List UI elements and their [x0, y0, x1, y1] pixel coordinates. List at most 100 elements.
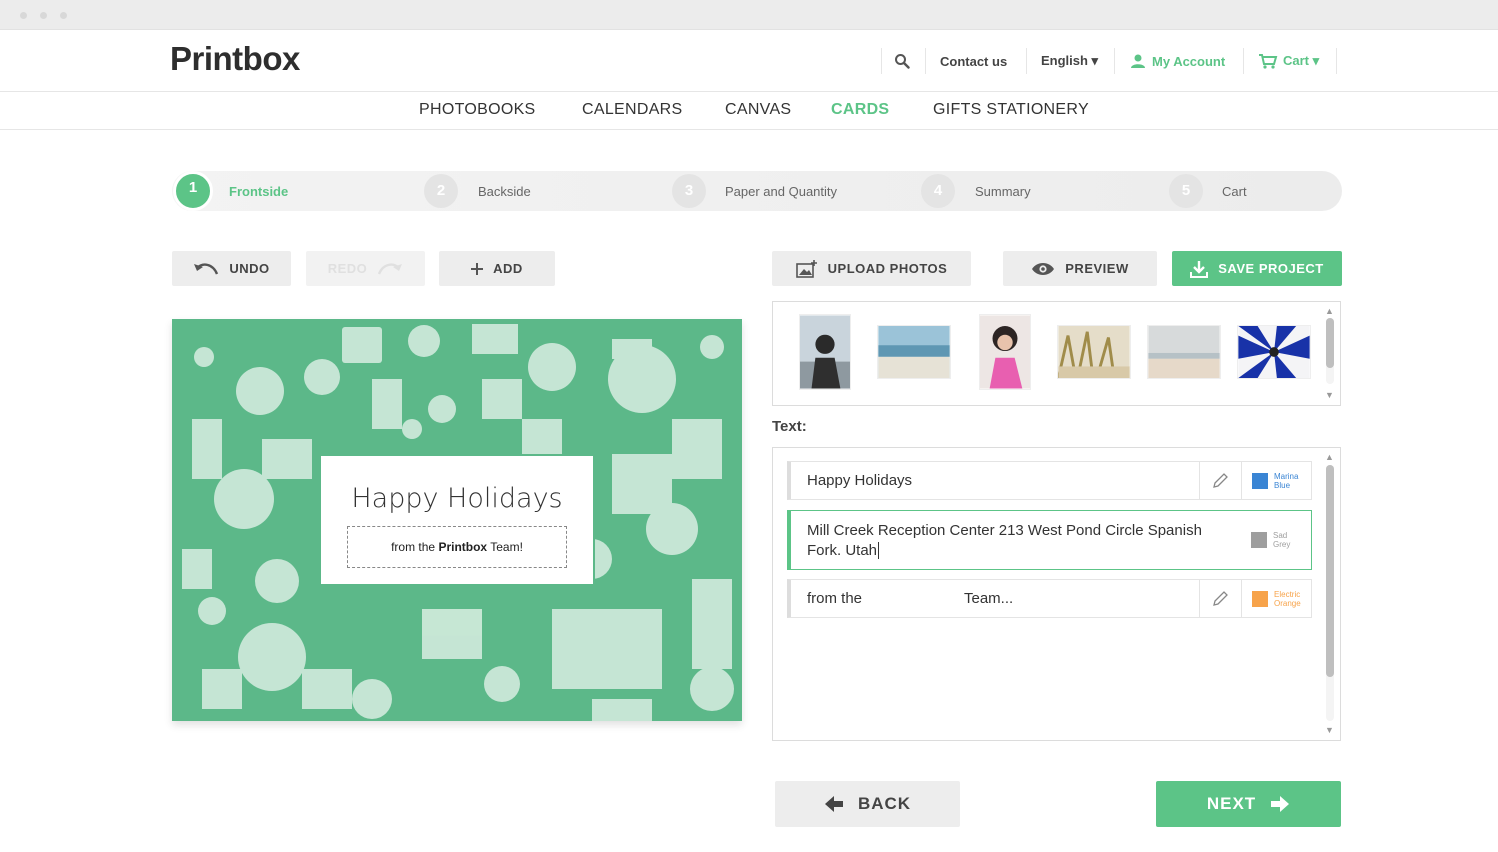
- color-name: Marina Blue: [1274, 472, 1299, 490]
- back-button[interactable]: BACK: [775, 781, 960, 827]
- save-label: SAVE PROJECT: [1218, 261, 1324, 276]
- pencil-icon: [1212, 472, 1228, 488]
- gallery-scroll-down-icon[interactable]: ▼: [1325, 390, 1334, 400]
- header-divider: [1114, 48, 1115, 74]
- redo-button[interactable]: REDO: [306, 251, 425, 286]
- step-4-label[interactable]: Summary: [975, 184, 1031, 199]
- contact-link[interactable]: Contact us: [940, 46, 1007, 76]
- cart-icon: [1259, 54, 1278, 69]
- color-picker[interactable]: Sad Grey: [1241, 511, 1311, 569]
- text-row[interactable]: from the Team... Electric Orange: [787, 579, 1312, 618]
- step-1-badge[interactable]: 1: [173, 171, 213, 211]
- card-canvas[interactable]: Happy Holidays from the Printbox Team!: [172, 319, 742, 721]
- card-sub-brand: Printbox: [438, 540, 488, 554]
- gallery-scrollbar[interactable]: [1326, 318, 1334, 384]
- category-calendars[interactable]: CALENDARS: [582, 101, 683, 119]
- text-row-value[interactable]: Mill Creek Reception Center 213 West Pon…: [807, 521, 1202, 561]
- text-row-value-suffix[interactable]: Team...: [964, 590, 1013, 607]
- color-picker[interactable]: Electric Orange: [1241, 580, 1311, 617]
- edit-text-button[interactable]: [1199, 462, 1239, 499]
- image-upload-icon: [795, 259, 817, 278]
- window-dot: [60, 12, 67, 19]
- step-3-badge[interactable]: 3: [672, 174, 706, 208]
- card-sub-prefix: from the: [391, 540, 436, 554]
- language-select[interactable]: English ▾: [1041, 46, 1098, 76]
- header-divider: [925, 48, 926, 74]
- step-progress: 1 Frontside 2 Backside 3 Paper and Quant…: [172, 171, 1342, 211]
- cart-link[interactable]: Cart ▾: [1258, 46, 1319, 76]
- step-2-label[interactable]: Backside: [478, 184, 531, 199]
- text-row-value[interactable]: Happy Holidays: [807, 472, 912, 489]
- category-canvas[interactable]: CANVAS: [725, 101, 791, 119]
- text-row-active[interactable]: Mill Creek Reception Center 213 West Pon…: [787, 510, 1312, 570]
- photo-thumb-blue-umbrella[interactable]: [1237, 325, 1311, 379]
- add-label: ADD: [493, 261, 523, 276]
- header-divider: [1026, 48, 1027, 74]
- header-divider: [1243, 48, 1244, 74]
- color-swatch: [1251, 532, 1267, 548]
- card-subtitle[interactable]: from the Printbox Team!: [347, 526, 567, 568]
- category-nav: PHOTOBOOKS CALENDARS CANVAS CARDS GIFTS …: [0, 92, 1498, 130]
- pencil-icon: [1212, 590, 1228, 606]
- photo-thumb-beach-rocks[interactable]: [877, 325, 951, 379]
- eye-icon: [1032, 262, 1055, 275]
- card-title[interactable]: Happy Holidays: [321, 483, 593, 514]
- step-5-label[interactable]: Cart: [1222, 184, 1247, 199]
- cart-label: Cart ▾: [1283, 53, 1320, 68]
- next-label: NEXT: [1206, 794, 1257, 813]
- card-text-frame[interactable]: Happy Holidays from the Printbox Team!: [319, 454, 595, 586]
- add-button[interactable]: ADD: [439, 251, 555, 286]
- gallery-scroll-thumb[interactable]: [1326, 318, 1334, 368]
- color-name: Sad Grey: [1273, 531, 1291, 549]
- color-name: Electric Orange: [1274, 590, 1301, 608]
- step-4-badge[interactable]: 4: [921, 174, 955, 208]
- preview-label: PREVIEW: [1065, 261, 1129, 276]
- window-dot: [40, 12, 47, 19]
- header-divider: [881, 48, 882, 74]
- text-list: Happy Holidays Marina Blue Mill Creek Rec…: [772, 447, 1341, 741]
- next-button[interactable]: NEXT: [1156, 781, 1341, 827]
- upload-photos-button[interactable]: UPLOAD PHOTOS: [772, 251, 971, 286]
- gallery-scroll-up-icon[interactable]: ▲: [1325, 306, 1334, 316]
- user-icon: [1131, 54, 1145, 68]
- photo-thumb-girl-with-pigtails[interactable]: [979, 314, 1031, 390]
- preview-button[interactable]: PREVIEW: [1003, 251, 1157, 286]
- text-scrollbar[interactable]: [1326, 465, 1334, 721]
- upload-label: UPLOAD PHOTOS: [827, 261, 948, 276]
- text-row[interactable]: Happy Holidays Marina Blue: [787, 461, 1312, 500]
- undo-icon: [194, 262, 219, 275]
- plus-icon: [471, 262, 484, 275]
- photo-thumb-woman-by-sea[interactable]: [799, 314, 851, 390]
- undo-button[interactable]: UNDO: [172, 251, 291, 286]
- step-1-label[interactable]: Frontside: [229, 184, 288, 199]
- color-swatch: [1252, 473, 1268, 489]
- category-cards[interactable]: CARDS: [831, 101, 889, 119]
- card-sub-suffix: Team!: [490, 540, 523, 554]
- text-scroll-down-icon[interactable]: ▼: [1325, 725, 1334, 735]
- browser-chrome: [0, 0, 1498, 30]
- account-label: My Account: [1152, 53, 1226, 69]
- back-label: BACK: [857, 794, 912, 813]
- text-row-value[interactable]: from the: [807, 590, 862, 607]
- category-photobooks[interactable]: PHOTOBOOKS: [419, 101, 536, 119]
- edit-text-button[interactable]: [1199, 580, 1239, 617]
- arrow-right-icon: [1271, 796, 1290, 812]
- search-button[interactable]: [894, 46, 910, 76]
- photo-thumb-beach-horizon[interactable]: [1147, 325, 1221, 379]
- step-3-label[interactable]: Paper and Quantity: [725, 184, 837, 199]
- text-scroll-up-icon[interactable]: ▲: [1325, 452, 1334, 462]
- logo[interactable]: Printbox: [170, 40, 300, 78]
- step-2-badge[interactable]: 2: [424, 174, 458, 208]
- header-divider: [1336, 48, 1337, 74]
- color-picker[interactable]: Marina Blue: [1241, 462, 1311, 499]
- step-5-badge[interactable]: 5: [1169, 174, 1203, 208]
- account-link[interactable]: My Account: [1130, 46, 1225, 76]
- category-gifts-stationery[interactable]: GIFTS STATIONERY: [933, 101, 1089, 119]
- save-project-button[interactable]: SAVE PROJECT: [1172, 251, 1342, 286]
- text-scroll-thumb[interactable]: [1326, 465, 1334, 677]
- redo-icon: [378, 262, 403, 275]
- photo-thumb-dune-grass[interactable]: [1057, 325, 1131, 379]
- photo-gallery: ▲ ▼: [772, 301, 1341, 406]
- search-icon: [895, 54, 910, 69]
- undo-label: UNDO: [229, 261, 270, 276]
